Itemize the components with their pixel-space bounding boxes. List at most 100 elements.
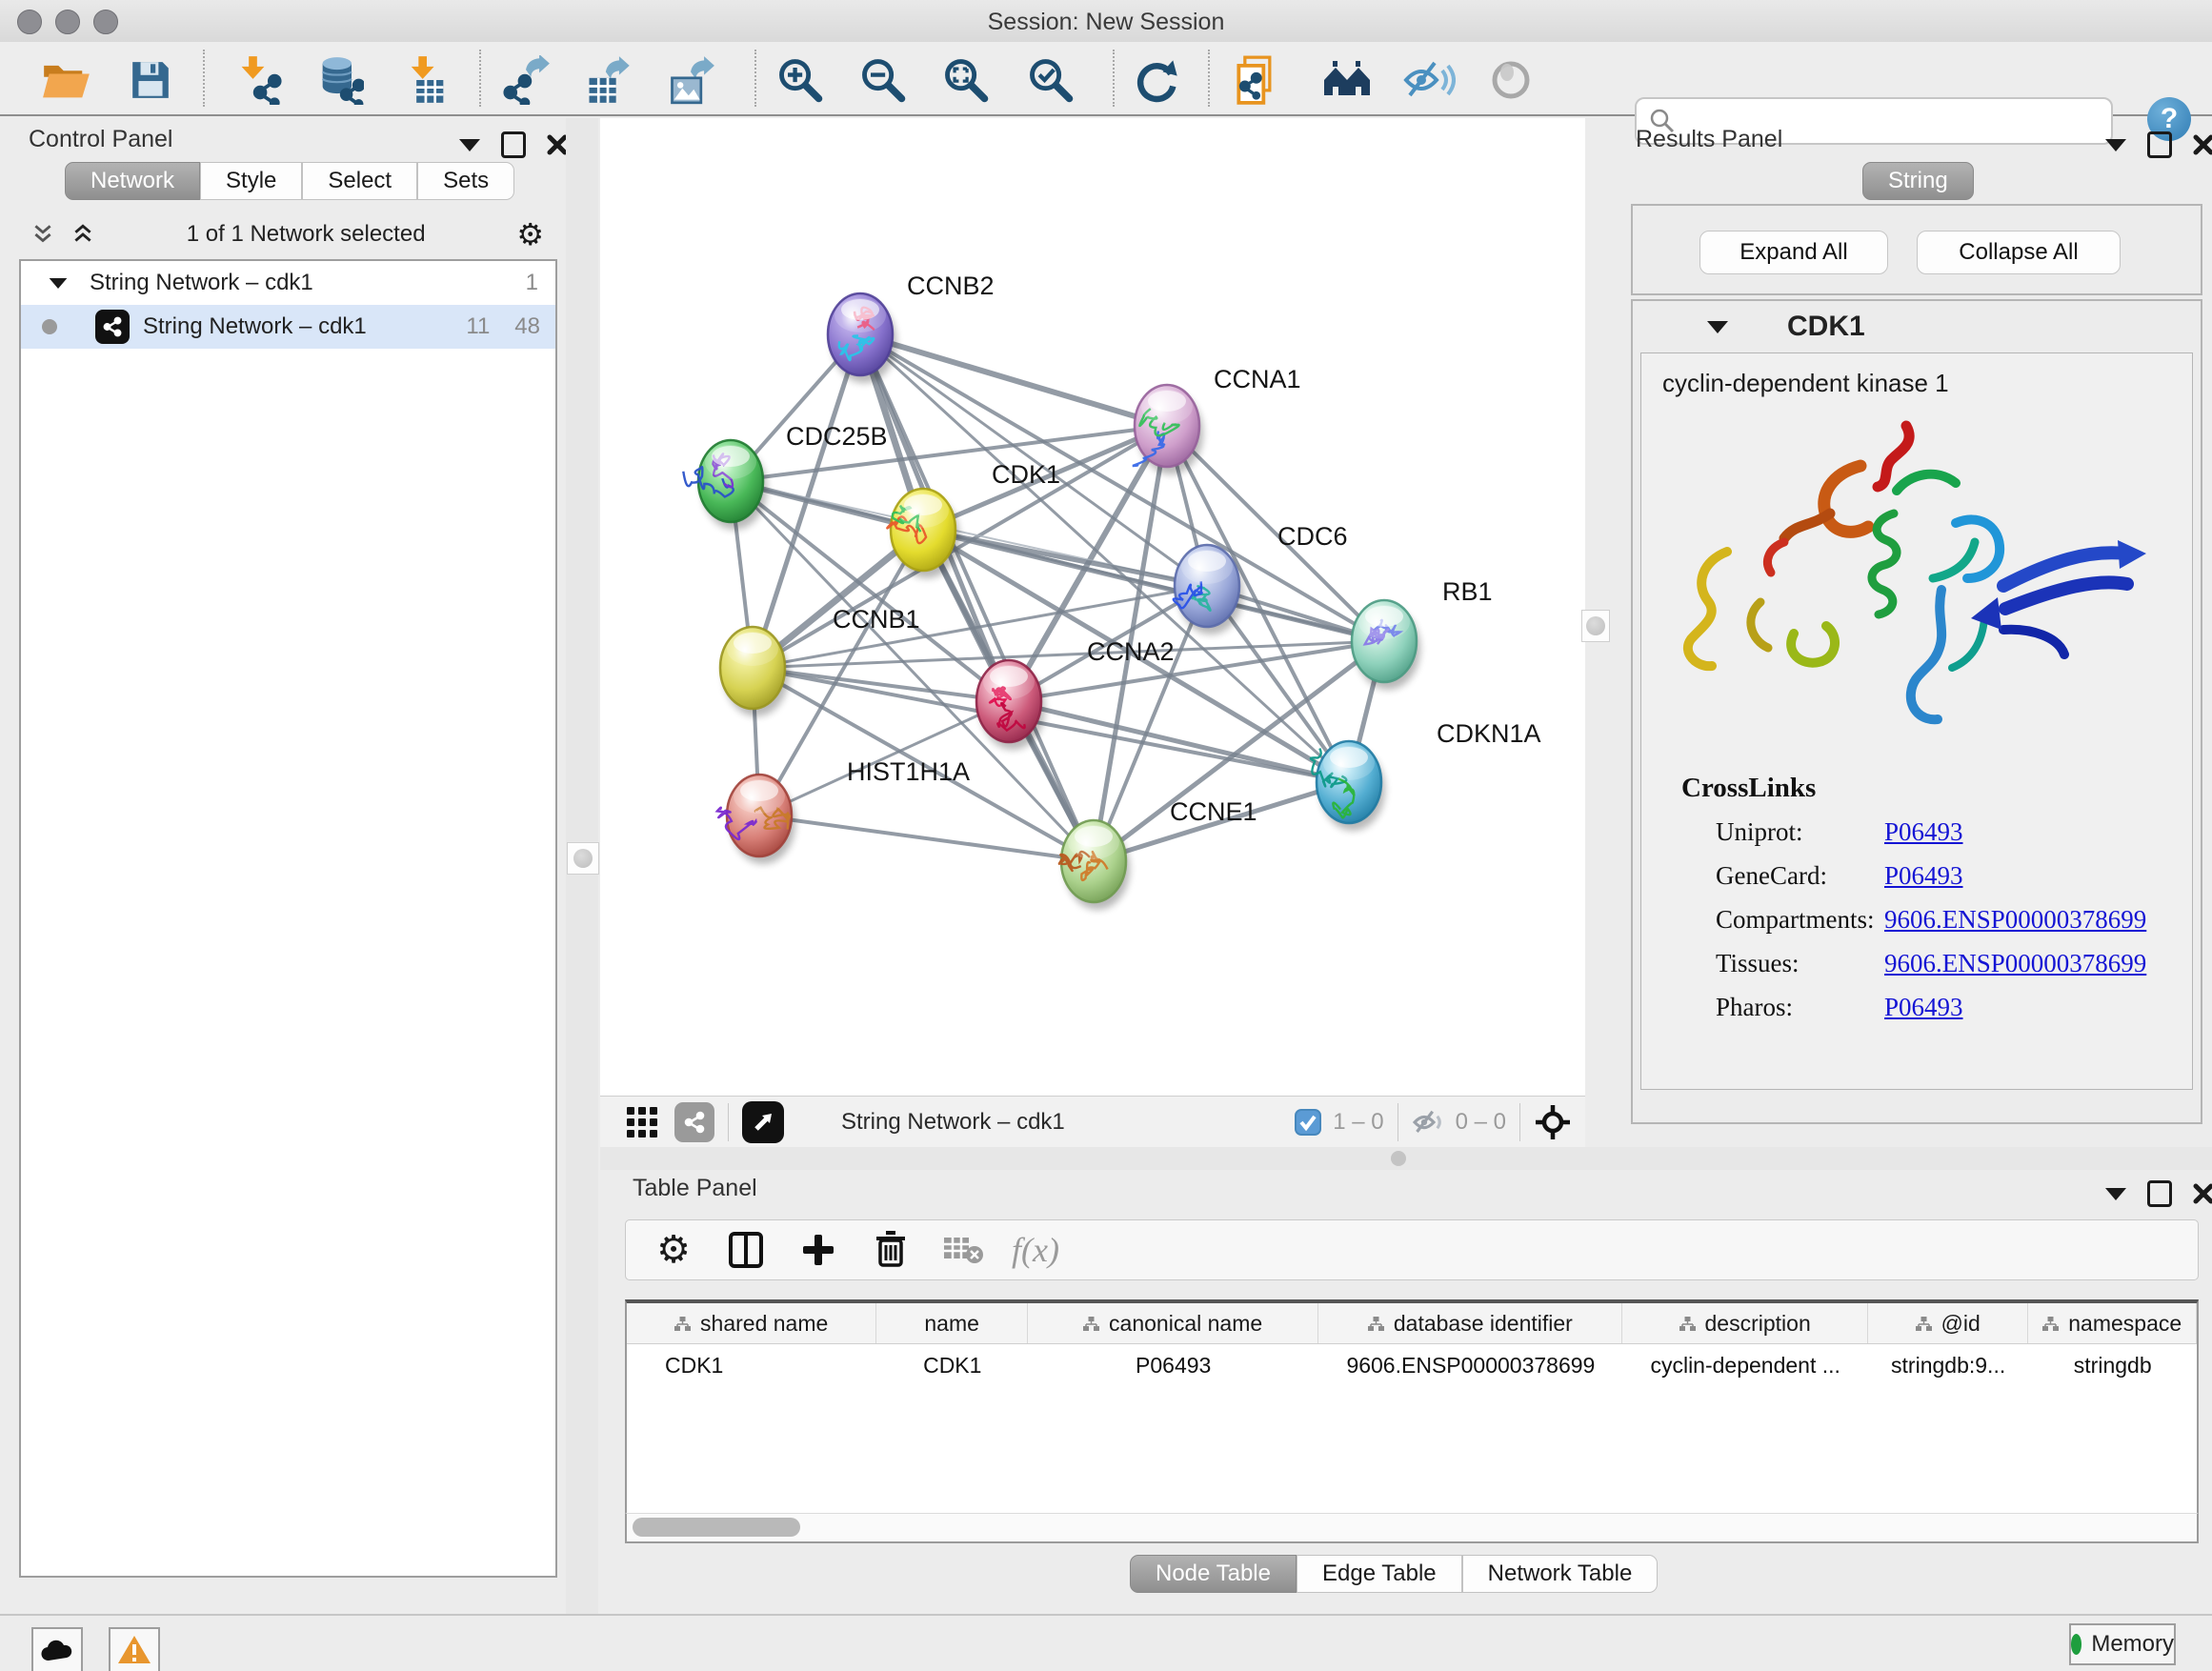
- expand-all-button[interactable]: Expand All: [1699, 231, 1888, 274]
- refresh-button[interactable]: [1130, 53, 1183, 107]
- network-edge[interactable]: [759, 815, 1094, 861]
- status-bar: Memory: [0, 1614, 2212, 1671]
- import-network-from-database-button[interactable]: [312, 53, 366, 107]
- function-builder-button[interactable]: f(x): [999, 1230, 1072, 1270]
- export-image-button[interactable]: [664, 53, 717, 107]
- horizontal-splitter-handle[interactable]: [1391, 1151, 1406, 1166]
- crosslink-link[interactable]: P06493: [1884, 817, 1963, 847]
- go-home-button[interactable]: [1320, 53, 1374, 107]
- control-panel-title: Control Panel: [29, 126, 172, 153]
- tab-network[interactable]: Network: [65, 162, 200, 200]
- fit-content-crosshair-icon[interactable]: [1534, 1103, 1572, 1141]
- column-header-namespace[interactable]: namespace: [2028, 1303, 2197, 1343]
- column-header-name[interactable]: name: [876, 1303, 1028, 1343]
- table-cell[interactable]: stringdb: [2028, 1344, 2197, 1386]
- panel-menu-icon[interactable]: [2105, 1188, 2126, 1200]
- collection-expand-icon[interactable]: [50, 277, 68, 288]
- tab-node-table[interactable]: Node Table: [1130, 1555, 1297, 1593]
- tab-sets[interactable]: Sets: [417, 162, 514, 200]
- cloud-status-button[interactable]: [31, 1627, 83, 1671]
- column-header-description[interactable]: description: [1622, 1303, 1867, 1343]
- zoom-out-button[interactable]: [856, 53, 910, 107]
- close-panel-icon[interactable]: [547, 134, 568, 155]
- table-cell[interactable]: stringdb:9...: [1868, 1344, 2029, 1386]
- table-cell[interactable]: P06493: [1028, 1344, 1318, 1386]
- string-view-icon[interactable]: [674, 1102, 714, 1142]
- panel-menu-icon[interactable]: [2105, 139, 2126, 151]
- delete-table-button[interactable]: [927, 1234, 999, 1266]
- zoom-fit-button[interactable]: [939, 53, 993, 107]
- show-columns-button[interactable]: [710, 1231, 782, 1269]
- save-session-button[interactable]: [124, 53, 177, 107]
- delete-column-button[interactable]: [855, 1231, 927, 1269]
- network-options-gear-icon[interactable]: ⚙: [516, 219, 544, 250]
- collapse-all-icon[interactable]: [30, 223, 55, 246]
- tab-string[interactable]: String: [1862, 162, 1974, 200]
- publication-export-button[interactable]: [1233, 53, 1286, 107]
- table-cell[interactable]: cyclin-dependent ...: [1623, 1344, 1868, 1386]
- warnings-button[interactable]: [109, 1627, 160, 1671]
- gene-section-header[interactable]: CDK1: [1633, 301, 2201, 352]
- import-table-button[interactable]: [400, 53, 453, 107]
- export-table-button[interactable]: [581, 53, 634, 107]
- crosslink-link[interactable]: P06493: [1884, 993, 1963, 1022]
- table-options-button[interactable]: ⚙: [637, 1231, 710, 1269]
- import-network-file-button[interactable]: [232, 53, 286, 107]
- network-node-CDKN1A[interactable]: CDKN1A: [1311, 719, 1541, 831]
- network-collection-row[interactable]: String Network – cdk1 1: [21, 261, 555, 305]
- close-panel-icon[interactable]: [2193, 1183, 2212, 1204]
- expand-all-icon[interactable]: [70, 223, 95, 246]
- memory-button[interactable]: Memory: [2069, 1623, 2176, 1665]
- column-header-canonical-name[interactable]: canonical name: [1028, 1303, 1318, 1343]
- tab-edge-table[interactable]: Edge Table: [1297, 1555, 1462, 1593]
- left-splitter-handle[interactable]: [567, 842, 599, 875]
- float-panel-icon[interactable]: [2147, 131, 2172, 158]
- table-cell[interactable]: CDK1: [876, 1344, 1028, 1386]
- panel-menu-icon[interactable]: [459, 139, 480, 151]
- hide-glass-effect-button[interactable]: [1402, 53, 1456, 107]
- results-button-box: Expand All Collapse All: [1631, 204, 2202, 295]
- results-panel-title: Results Panel: [1636, 126, 1782, 153]
- table-panel-controls: [2105, 1180, 2212, 1207]
- column-header-database-identifier[interactable]: database identifier: [1318, 1303, 1622, 1343]
- tab-style[interactable]: Style: [200, 162, 302, 200]
- collapse-all-button[interactable]: Collapse All: [1917, 231, 2121, 274]
- scrollbar-thumb[interactable]: [633, 1518, 800, 1537]
- tab-network-table[interactable]: Network Table: [1462, 1555, 1659, 1593]
- show-glass-effect-button[interactable]: [1484, 53, 1538, 107]
- window-title: Session: New Session: [0, 9, 2212, 36]
- table-row[interactable]: CDK1CDK1P064939606.ENSP00000378699cyclin…: [627, 1344, 2197, 1386]
- network-row[interactable]: String Network – cdk1 11 48: [21, 305, 555, 349]
- column-header-@id[interactable]: @id: [1868, 1303, 2029, 1343]
- birds-eye-view-icon[interactable]: [625, 1105, 659, 1139]
- horizontal-splitter[interactable]: [600, 1147, 2212, 1170]
- gene-expand-icon[interactable]: [1707, 321, 1728, 333]
- export-network-button[interactable]: [499, 53, 553, 107]
- create-column-button[interactable]: [782, 1233, 855, 1267]
- right-splitter-handle[interactable]: [1581, 610, 1610, 642]
- open-session-button[interactable]: [40, 53, 93, 107]
- network-canvas[interactable]: CCNB2CCNA1CDC25BCDK1CDC6RB1CCNB1CCNA2CDK…: [600, 118, 1585, 1096]
- table-cell[interactable]: 9606.ENSP00000378699: [1318, 1344, 1622, 1386]
- network-edge[interactable]: [860, 334, 1384, 641]
- float-panel-icon[interactable]: [501, 131, 526, 158]
- column-header-shared-name[interactable]: shared name: [627, 1303, 876, 1343]
- application-window: Session: New Session: [0, 0, 2212, 1671]
- tab-select[interactable]: Select: [302, 162, 417, 200]
- table-horizontal-scrollbar[interactable]: [625, 1513, 2199, 1543]
- zoom-in-button[interactable]: [774, 53, 827, 107]
- table-cell[interactable]: CDK1: [627, 1344, 876, 1386]
- float-panel-icon[interactable]: [2147, 1180, 2172, 1207]
- crosslink-link[interactable]: 9606.ENSP00000378699: [1884, 949, 2146, 978]
- zoom-selected-button[interactable]: [1024, 53, 1077, 107]
- network-node-CCNA1[interactable]: CCNA1: [1133, 365, 1301, 474]
- crosslink-link[interactable]: P06493: [1884, 861, 1963, 891]
- detach-view-icon[interactable]: [742, 1101, 784, 1143]
- network-edge[interactable]: [860, 334, 1167, 426]
- network-node-HIST1H1A[interactable]: HIST1H1A: [717, 757, 970, 864]
- crosslink-link[interactable]: 9606.ENSP00000378699: [1884, 905, 2146, 935]
- selected-checkbox-icon[interactable]: [1295, 1109, 1321, 1136]
- network-node-RB1[interactable]: RB1: [1352, 577, 1493, 690]
- hidden-eye-icon[interactable]: [1412, 1108, 1446, 1137]
- close-panel-icon[interactable]: [2193, 134, 2212, 155]
